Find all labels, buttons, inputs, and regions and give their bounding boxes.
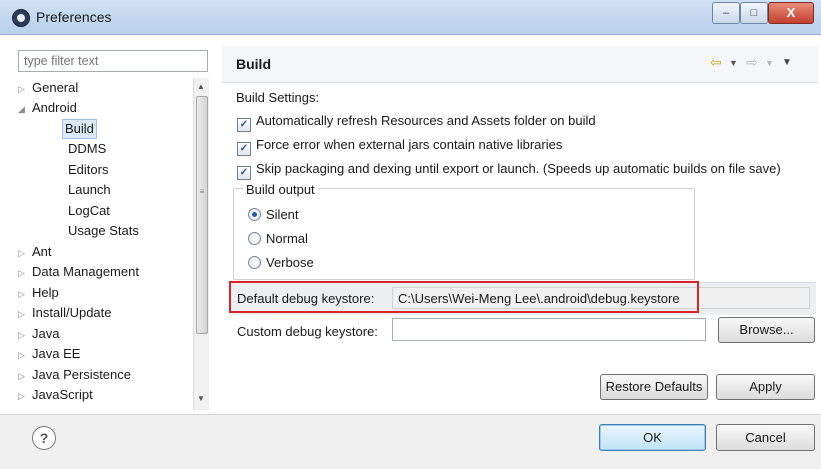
tree-item-label: LogCat <box>68 203 110 218</box>
tree-item-launch[interactable]: Launch <box>68 180 111 200</box>
expand-arrow-icon[interactable]: ▷ <box>18 366 32 386</box>
forward-history-dropdown-icon[interactable]: ▼ <box>765 58 774 68</box>
tree-item-build[interactable]: Build <box>62 119 97 139</box>
expand-arrow-icon[interactable]: ▷ <box>18 243 32 263</box>
normal-radio[interactable] <box>248 232 261 245</box>
refresh-resources-checkbox-row[interactable]: ✓ Automatically refresh Resources and Ass… <box>237 113 596 132</box>
checkbox-label: Automatically refresh Resources and Asse… <box>256 113 596 128</box>
tree-item-editors[interactable]: Editors <box>68 160 108 180</box>
tree-item-java-persistence[interactable]: ▷ Java Persistence <box>18 365 131 385</box>
close-button[interactable]: X <box>768 2 814 24</box>
tree-scrollbar[interactable]: ▲ ≡ ▼ <box>193 78 209 410</box>
scroll-down-icon[interactable]: ▼ <box>197 394 205 403</box>
tree-item-label: Data Management <box>32 264 139 279</box>
scroll-up-icon[interactable]: ▲ <box>197 82 205 91</box>
view-menu-icon[interactable]: ▼ <box>782 57 792 68</box>
expand-arrow-icon[interactable]: ▷ <box>18 284 32 304</box>
page-header: Build ⇦ ▼ ⇨ ▼ ▼ <box>222 46 818 83</box>
help-icon[interactable]: ? <box>32 426 56 450</box>
tree-item-java-ee[interactable]: ▷ Java EE <box>18 344 80 364</box>
expand-arrow-icon[interactable]: ▷ <box>18 263 32 283</box>
tree-item-label: Java EE <box>32 346 81 361</box>
tree-item-label: Android <box>32 100 77 115</box>
apply-button[interactable]: Apply <box>716 374 815 400</box>
expand-arrow-icon[interactable]: ▷ <box>18 345 32 365</box>
annotation-highlight-box <box>229 281 699 313</box>
maximize-button[interactable]: □ <box>740 2 768 24</box>
custom-keystore-input[interactable] <box>392 318 706 341</box>
tree-item-label: Java Persistence <box>32 367 131 382</box>
expand-arrow-icon[interactable]: ▷ <box>18 79 32 99</box>
tree-item-android[interactable]: ◢ Android <box>18 98 77 118</box>
tree-item-label: Install/Update <box>32 305 112 320</box>
expand-arrow-icon[interactable]: ▷ <box>18 304 32 324</box>
checkbox-label: Skip packaging and dexing until export o… <box>256 161 781 176</box>
preference-tree: ▷ General ◢ Android Build DDMS Editors Lau… <box>18 78 190 410</box>
grip-icon: ≡ <box>199 187 205 196</box>
tree-item-logcat[interactable]: LogCat <box>68 201 110 221</box>
back-arrow-icon[interactable]: ⇦ <box>710 54 722 71</box>
silent-radio-row[interactable]: Silent <box>248 207 299 222</box>
checkbox-label: Force error when external jars contain n… <box>256 137 563 152</box>
tree-item-label: Usage Stats <box>68 223 139 238</box>
tree-item-label: Help <box>32 285 59 300</box>
skip-packaging-checkbox[interactable]: ✓ <box>237 166 251 180</box>
back-history-dropdown-icon[interactable]: ▼ <box>729 58 738 68</box>
expand-arrow-icon[interactable]: ▷ <box>18 325 32 345</box>
tree-item-label: Launch <box>68 182 111 197</box>
tree-item-label: JavaScript <box>32 387 93 402</box>
verbose-radio[interactable] <box>248 256 261 269</box>
radio-label: Verbose <box>266 255 314 270</box>
title-bar[interactable]: Preferences – □ X <box>0 0 821 35</box>
force-error-checkbox-row[interactable]: ✓ Force error when external jars contain … <box>237 137 562 156</box>
restore-defaults-button[interactable]: Restore Defaults <box>600 374 708 400</box>
page-title: Build <box>236 56 271 72</box>
skip-packaging-checkbox-row[interactable]: ✓ Skip packaging and dexing until export … <box>237 161 781 180</box>
force-error-checkbox[interactable]: ✓ <box>237 142 251 156</box>
tree-item-general[interactable]: ▷ General <box>18 78 78 98</box>
tree-item-label: General <box>32 80 79 95</box>
window-title: Preferences <box>36 9 112 25</box>
radio-label: Normal <box>266 231 308 246</box>
filter-input[interactable] <box>18 50 208 72</box>
forward-arrow-icon[interactable]: ⇨ <box>746 54 758 71</box>
tree-item-label: Ant <box>32 244 52 259</box>
build-settings-label: Build Settings: <box>236 90 320 105</box>
normal-radio-row[interactable]: Normal <box>248 231 308 246</box>
verbose-radio-row[interactable]: Verbose <box>248 255 314 270</box>
scroll-thumb[interactable]: ≡ <box>196 96 208 334</box>
build-output-legend: Build output <box>243 182 318 197</box>
refresh-resources-checkbox[interactable]: ✓ <box>237 118 251 132</box>
collapse-arrow-icon[interactable]: ◢ <box>18 99 32 119</box>
tree-item-javascript[interactable]: ▷ JavaScript <box>18 385 93 405</box>
browse-button[interactable]: Browse... <box>718 317 815 343</box>
tree-item-ddms[interactable]: DDMS <box>68 139 106 159</box>
expand-arrow-icon[interactable]: ▷ <box>18 386 32 406</box>
tree-item-ant[interactable]: ▷ Ant <box>18 242 52 262</box>
custom-keystore-label: Custom debug keystore: <box>237 324 378 339</box>
tree-item-java[interactable]: ▷ Java <box>18 324 59 344</box>
tree-item-usage-stats[interactable]: Usage Stats <box>68 221 139 241</box>
tree-item-label: Editors <box>68 162 109 177</box>
tree-item-install-update[interactable]: ▷ Install/Update <box>18 303 112 323</box>
tree-item-data-management[interactable]: ▷ Data Management <box>18 262 139 282</box>
app-icon <box>12 9 30 27</box>
ok-button[interactable]: OK <box>599 424 706 451</box>
tree-item-label: Java <box>32 326 60 341</box>
radio-label: Silent <box>266 207 299 222</box>
cancel-button[interactable]: Cancel <box>716 424 815 451</box>
tree-item-label: DDMS <box>68 141 107 156</box>
tree-item-label: Build <box>65 121 94 136</box>
silent-radio[interactable] <box>248 208 261 221</box>
minimize-button[interactable]: – <box>712 2 740 24</box>
tree-item-help[interactable]: ▷ Help <box>18 283 59 303</box>
